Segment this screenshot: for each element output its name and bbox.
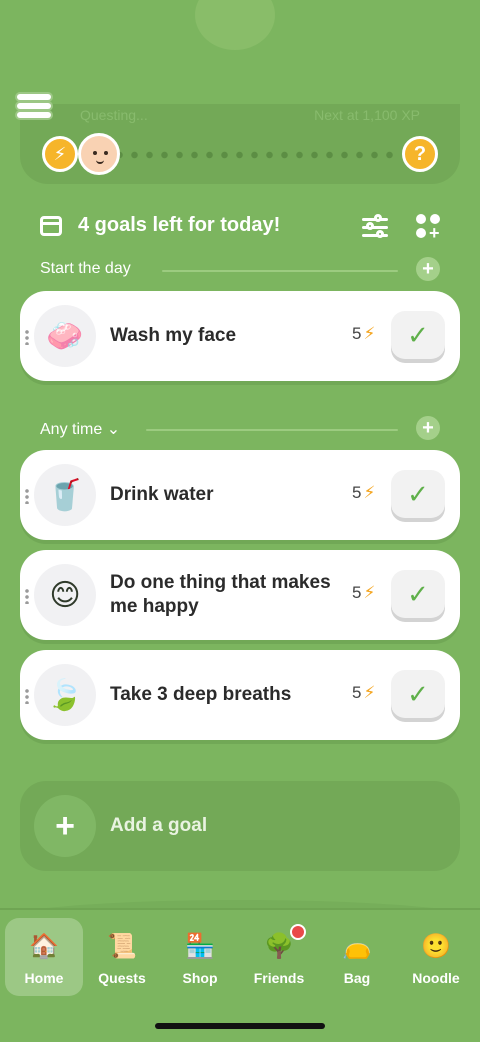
nav-quests[interactable]: 📜 Quests: [83, 918, 161, 996]
section-divider: [162, 270, 398, 272]
nav-label: Shop: [182, 970, 218, 986]
add-goal-button[interactable]: + Add a goal: [20, 781, 460, 871]
energy-bolt-icon: ⚡: [42, 136, 78, 172]
nav-label: Quests: [98, 970, 146, 986]
goal-energy: 5 ⚡: [352, 483, 376, 502]
goal-card-drink-water[interactable]: 🥤 Drink water 5 ⚡ ✓: [20, 450, 460, 540]
noodle-face-icon: 🙂: [421, 932, 451, 960]
section-dropdown[interactable]: Any time ⌄: [40, 419, 120, 439]
nav-shop[interactable]: 🏪 Shop: [161, 918, 239, 996]
nav-label: Friends: [253, 970, 305, 986]
home-indicator[interactable]: [155, 1023, 325, 1029]
progress-track: [112, 151, 396, 159]
nav-label: Bag: [343, 970, 371, 986]
progress-status-text: Questing...: [80, 107, 148, 123]
leaf-wind-icon: 🍃: [34, 664, 96, 726]
energy-bolt-icon: ⚡: [363, 683, 376, 702]
goal-title: Drink water: [110, 484, 214, 506]
avatar: [78, 133, 120, 175]
section-divider: [146, 429, 398, 431]
menu-icon[interactable]: [14, 91, 54, 121]
section-start-the-day: Start the day +: [40, 257, 440, 283]
goal-energy: 5 ⚡: [352, 583, 376, 602]
goal-energy: 5 ⚡: [352, 324, 376, 343]
goal-card-wash-face[interactable]: 🧼 Wash my face 5 ⚡ ✓: [20, 291, 460, 381]
energy-bolt-icon: ⚡: [363, 483, 376, 502]
add-widget-icon[interactable]: +: [416, 214, 442, 243]
soap-icon: 🧼: [34, 305, 96, 367]
section-label: Start the day: [40, 260, 131, 277]
goal-title: Take 3 deep breaths: [110, 684, 292, 706]
plus-icon: +: [34, 795, 96, 857]
nav-home[interactable]: 🏠 Home: [5, 918, 83, 996]
complete-goal-button[interactable]: ✓: [391, 470, 445, 518]
smiley-icon: 😊: [34, 564, 96, 626]
drag-handle-icon[interactable]: [25, 688, 29, 704]
complete-goal-button[interactable]: ✓: [391, 570, 445, 618]
xp-progress-card[interactable]: Questing... Next at 1,100 XP ⚡ ?: [20, 104, 460, 184]
drag-handle-icon[interactable]: [25, 488, 29, 504]
drag-handle-icon[interactable]: [25, 329, 29, 345]
add-goal-start-button[interactable]: +: [416, 257, 440, 281]
energy-bolt-icon: ⚡: [363, 324, 376, 343]
nav-label: Noodle: [412, 970, 460, 986]
add-goal-label: Add a goal: [110, 815, 208, 836]
goal-card-deep-breaths[interactable]: 🍃 Take 3 deep breaths 5 ⚡ ✓: [20, 650, 460, 740]
help-icon[interactable]: ?: [402, 136, 438, 172]
energy-bolt-icon: ⚡: [363, 583, 376, 602]
bag-icon: 👝: [342, 932, 372, 960]
quest-map-icon: 📜: [107, 932, 137, 960]
complete-goal-button[interactable]: ✓: [391, 670, 445, 718]
drag-handle-icon[interactable]: [25, 588, 29, 604]
complete-goal-button[interactable]: ✓: [391, 311, 445, 359]
goal-card-happy[interactable]: 😊 Do one thing that makes me happy 5 ⚡ ✓: [20, 550, 460, 640]
add-goal-anytime-button[interactable]: +: [416, 416, 440, 440]
filter-icon[interactable]: [362, 214, 388, 240]
goal-title: Do one thing that makes me happy: [110, 572, 331, 617]
shop-icon: 🏪: [185, 932, 215, 960]
nav-bag[interactable]: 👝 Bag: [318, 918, 396, 996]
bottom-nav: 🏠 Home 📜 Quests 🏪 Shop 🌳 Friends 👝 Bag 🙂…: [0, 908, 480, 1042]
notification-dot: [290, 924, 306, 940]
goal-title: Wash my face: [110, 325, 237, 347]
water-glass-icon: 🥤: [34, 464, 96, 526]
goals-left-title: 4 goals left for today!: [78, 214, 281, 236]
goals-header: 4 goals left for today! +: [40, 212, 450, 243]
section-any-time: Any time ⌄ +: [40, 416, 440, 442]
nav-label: Home: [24, 970, 64, 986]
character-blob: [195, 0, 275, 50]
calendar-icon: [40, 216, 62, 236]
progress-next-text: Next at 1,100 XP: [314, 107, 420, 123]
house-icon: 🏠: [29, 932, 59, 960]
goal-energy: 5 ⚡: [352, 683, 376, 702]
nav-friends[interactable]: 🌳 Friends: [240, 918, 318, 996]
chevron-down-icon: ⌄: [106, 421, 121, 438]
nav-noodle[interactable]: 🙂 Noodle: [397, 918, 475, 996]
